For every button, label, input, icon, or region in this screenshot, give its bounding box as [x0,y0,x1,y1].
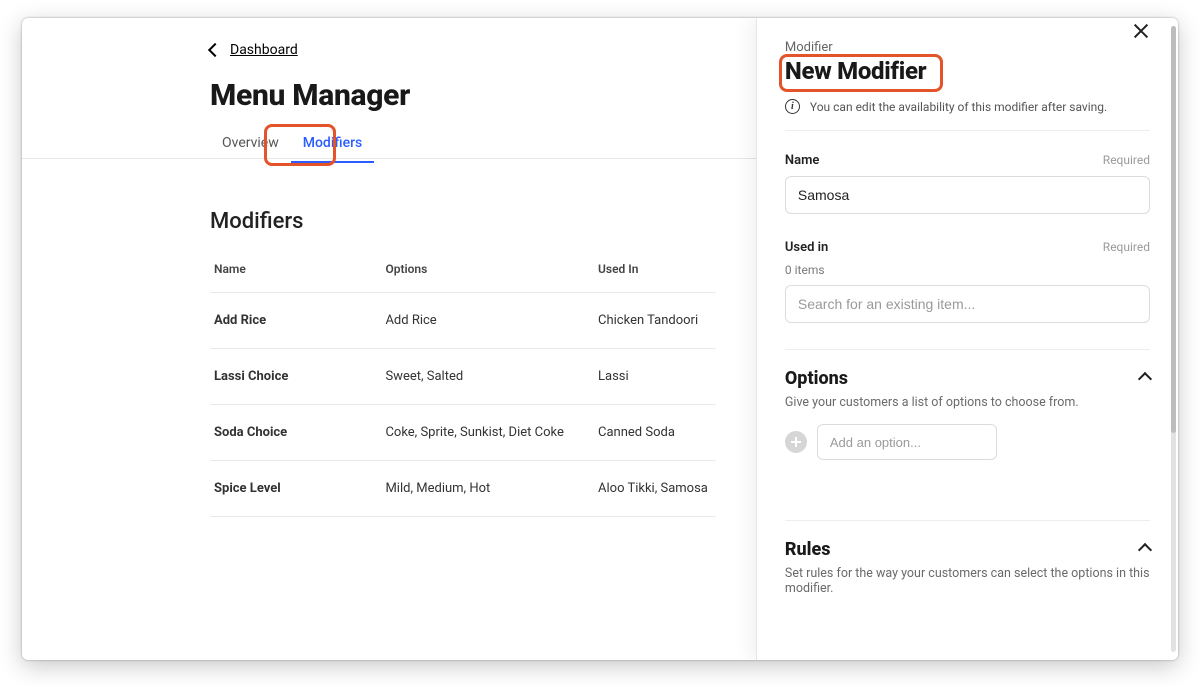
chevron-up-icon [1138,371,1152,385]
used-in-field: Used in Required 0 items [785,240,1150,323]
page-title: Menu Manager [210,78,716,113]
options-section: Options Give your customers a list of op… [785,349,1150,460]
info-icon: i [785,99,800,114]
scrollbar-thumb[interactable] [1171,26,1176,433]
col-used-in: Used In [594,252,716,293]
modifier-panel: Modifier New Modifier i You can edit the… [756,18,1178,660]
rules-toggle[interactable]: Rules [785,539,1150,560]
chevron-left-icon[interactable] [208,43,222,57]
app-frame: Dashboard Menu Manager Overview Modifier… [22,18,1178,660]
row-name: Soda Choice [210,405,381,461]
modifiers-heading: Modifiers [210,209,716,234]
row-options: Sweet, Salted [381,349,594,405]
row-options: Mild, Medium, Hot [381,461,594,517]
main-content: Dashboard Menu Manager Overview Modifier… [22,18,756,660]
table-row[interactable]: Spice Level Mild, Medium, Hot Aloo Tikki… [210,461,716,517]
chevron-up-icon [1138,542,1152,556]
name-required: Required [1103,153,1150,167]
used-in-label: Used in [785,240,828,255]
row-options: Add Rice [381,293,594,349]
col-name: Name [210,252,381,293]
modifiers-table: Name Options Used In Add Rice Add Rice C… [210,252,716,517]
table-row[interactable]: Soda Choice Coke, Sprite, Sunkist, Diet … [210,405,716,461]
rules-section: Rules Set rules for the way your custome… [785,520,1150,596]
used-in-search-input[interactable] [785,285,1150,323]
close-icon[interactable] [1132,22,1150,40]
row-used-in: Canned Soda [594,405,716,461]
add-option-icon[interactable] [785,431,807,453]
used-in-count: 0 items [785,263,1150,277]
row-used-in: Lassi [594,349,716,405]
scrollbar[interactable] [1171,26,1176,652]
panel-title: New Modifier [785,57,926,85]
rules-title: Rules [785,539,831,560]
used-in-required: Required [1103,240,1150,254]
add-option-input[interactable] [817,424,997,460]
name-field: Name Required [785,153,1150,214]
row-name: Spice Level [210,461,381,517]
table-row[interactable]: Add Rice Add Rice Chicken Tandoori [210,293,716,349]
options-subtitle: Give your customers a list of options to… [785,395,1150,410]
rules-subtitle: Set rules for the way your customers can… [785,566,1150,596]
row-used-in: Aloo Tikki, Samosa [594,461,716,517]
name-label: Name [785,153,819,168]
row-name: Lassi Choice [210,349,381,405]
row-used-in: Chicken Tandoori [594,293,716,349]
row-name: Add Rice [210,293,381,349]
name-input[interactable] [785,176,1150,214]
options-title: Options [785,368,848,389]
breadcrumb: Dashboard [210,42,716,58]
availability-info: i You can edit the availability of this … [785,85,1150,131]
table-row[interactable]: Lassi Choice Sweet, Salted Lassi [210,349,716,405]
row-options: Coke, Sprite, Sunkist, Diet Coke [381,405,594,461]
options-toggle[interactable]: Options [785,368,1150,389]
availability-info-text: You can edit the availability of this mo… [810,100,1107,114]
breadcrumb-dashboard-link[interactable]: Dashboard [230,42,298,58]
col-options: Options [381,252,594,293]
panel-eyebrow: Modifier [785,40,926,55]
